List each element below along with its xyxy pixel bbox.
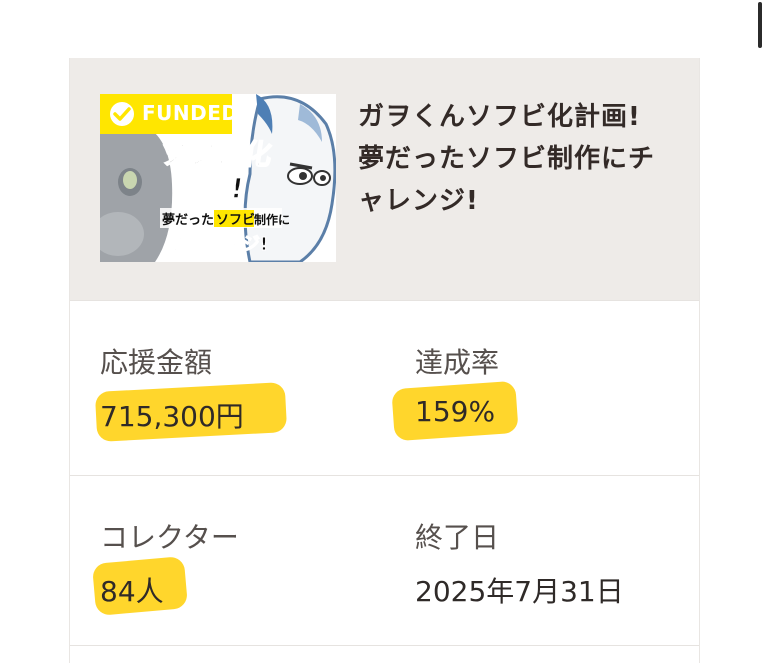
stats-row-3 (70, 645, 699, 663)
support-amount-label: 応援金額 (100, 346, 213, 379)
collectors-stat: コレクター 84人 (91, 516, 239, 616)
svg-text:ソフビ: ソフビ (216, 212, 255, 228)
end-date-stat: 終了日 2025年7月31日 (415, 516, 624, 610)
end-date-value: 2025年7月31日 (415, 575, 624, 608)
support-amount-value-wrap: 715,300円 (94, 382, 288, 442)
support-amount-stat: 応援金額 715,300円 (94, 341, 288, 442)
achievement-rate-value: 159% (415, 395, 496, 428)
stats-row-1: 応援金額 715,300円 達成率 159% (70, 300, 699, 475)
svg-text:計画!: 計画! (172, 172, 245, 205)
svg-text:チャレンジ!: チャレンジ! (170, 234, 268, 255)
project-thumbnail[interactable]: くん ソフビ化 計画! 夢だった ソフビ 制作に チャレンジ! FUNDED (100, 94, 336, 262)
collectors-value-wrap: 84人 (91, 556, 189, 616)
svg-text:制作に: 制作に (254, 212, 290, 227)
achievement-rate-label: 達成率 (415, 346, 500, 379)
svg-text:ソフビ化: ソフビ化 (157, 138, 274, 171)
end-date-value-wrap: 2025年7月31日 (415, 570, 624, 610)
support-amount-value: 715,300円 (100, 400, 244, 433)
achievement-rate-value-wrap: 159% (391, 380, 519, 442)
stats-row-2: コレクター 84人 終了日 2025年7月31日 (70, 475, 699, 645)
funded-badge-label: FUNDED (142, 101, 239, 125)
project-title[interactable]: ガヲくんソフビ化計画!夢だったソフビ制作にチャレンジ! (358, 96, 658, 222)
scroll-indicator[interactable] (758, 2, 762, 48)
svg-text:夢だった: 夢だった (162, 212, 214, 228)
achievement-rate-stat: 達成率 159% (391, 341, 519, 442)
project-header[interactable]: くん ソフビ化 計画! 夢だった ソフビ 制作に チャレンジ! FUNDED ガ… (70, 58, 699, 300)
collectors-value: 84人 (100, 575, 164, 608)
end-date-label: 終了日 (415, 521, 500, 554)
collectors-label: コレクター (100, 521, 239, 554)
project-card: くん ソフビ化 計画! 夢だった ソフビ 制作に チャレンジ! FUNDED ガ… (69, 58, 700, 663)
